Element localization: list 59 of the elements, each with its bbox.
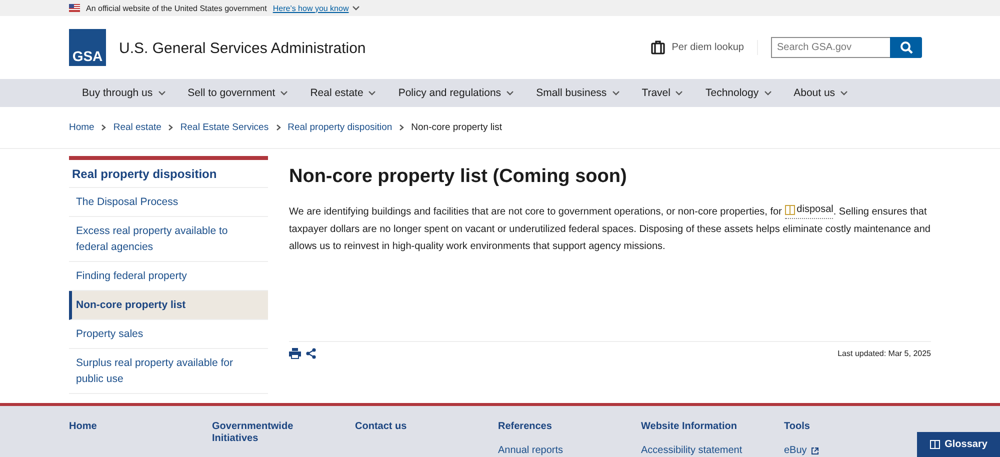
glossary-button[interactable]: Glossary	[917, 432, 1000, 457]
nav-item[interactable]: Sell to government	[188, 87, 288, 99]
caret-icon	[675, 90, 684, 96]
nav-item[interactable]: Policy and regulations	[398, 87, 514, 99]
chevron-icon	[168, 124, 174, 131]
footer-heading[interactable]: Website Information	[641, 421, 769, 433]
sidebar-item[interactable]: Non-core property list	[69, 291, 268, 320]
per-diem-link[interactable]: Per diem lookup	[650, 40, 758, 55]
breadcrumb-link[interactable]: Real property disposition	[288, 122, 392, 133]
share-icon	[306, 348, 316, 358]
book-icon	[930, 440, 940, 449]
footer-link[interactable]: Annual reports	[498, 445, 564, 456]
book-icon	[784, 204, 795, 214]
nav-item[interactable]: Travel	[642, 87, 684, 99]
nav-item[interactable]: Real estate	[310, 87, 376, 99]
caret-icon	[280, 90, 288, 96]
nav-item[interactable]: About us	[794, 87, 848, 99]
breadcrumb-link[interactable]: Real Estate Services	[180, 122, 269, 133]
caret-icon	[158, 90, 166, 96]
last-updated-text: Last updated: Mar 5, 2025	[838, 348, 931, 358]
breadcrumb-link[interactable]: Home	[69, 122, 94, 133]
chevron-icon	[276, 124, 281, 131]
caret-icon	[840, 90, 848, 96]
footer-heading[interactable]: Contact us	[355, 421, 483, 433]
footer-heading[interactable]: Tools	[784, 421, 912, 433]
print-icon	[289, 348, 301, 358]
flag-icon	[69, 4, 80, 12]
sidebar-item[interactable]: The Disposal Process	[69, 188, 268, 217]
caret-icon	[764, 90, 772, 96]
body-paragraph: We are identifying buildings and facilities that are not core to government operations, or non-core properties, for disposal. Selling ensures that taxpayer dollars are no longer spent on vacant or underutilized federal spaces. Disposing of these assets helps eliminate costly maintenance and allows us to reinvest in high-quality work environments that support agency missions.	[289, 201, 931, 254]
logo[interactable]: GSA	[69, 29, 106, 66]
chevron-icon	[101, 124, 106, 131]
caret-icon	[368, 90, 376, 96]
page-title: Non-core property list (Coming soon)	[289, 166, 628, 188]
sidebar-heading[interactable]: Real property disposition	[69, 160, 268, 188]
site-title[interactable]: U.S. General Services Administration	[119, 40, 366, 57]
caret-icon	[612, 90, 620, 96]
suitcase-icon	[650, 40, 665, 55]
search-field[interactable]: Search GSA.gov	[771, 37, 890, 58]
search-button[interactable]	[890, 37, 922, 58]
nav-item[interactable]: Buy through us	[82, 87, 166, 99]
banner-text: An official website of the United States government	[86, 4, 267, 12]
footer-heading[interactable]: References	[498, 421, 626, 433]
footer-link[interactable]: Accessibility statement	[641, 445, 742, 456]
nav-item[interactable]: Technology	[705, 87, 772, 99]
sidebar-item[interactable]: Surplus real property available for public use	[69, 349, 268, 394]
search-icon	[900, 41, 912, 54]
footer-link[interactable]: eBuy	[784, 445, 819, 456]
glossary-term-link[interactable]: disposal	[784, 201, 834, 219]
banner-link[interactable]: Here’s how you know	[272, 4, 360, 12]
caret-icon	[506, 90, 514, 96]
sidebar-item[interactable]: Excess real property available to federal agencies	[69, 217, 268, 262]
sidebar-item[interactable]: Property sales	[69, 320, 268, 349]
chevron-icon	[399, 124, 404, 131]
breadcrumb-link[interactable]: Real estate	[113, 122, 162, 133]
nav-item[interactable]: Small business	[536, 87, 620, 99]
footer-heading[interactable]: Governmentwide Initiatives	[212, 421, 302, 445]
footer-heading[interactable]: Home	[69, 421, 197, 433]
caret-icon	[352, 5, 360, 11]
